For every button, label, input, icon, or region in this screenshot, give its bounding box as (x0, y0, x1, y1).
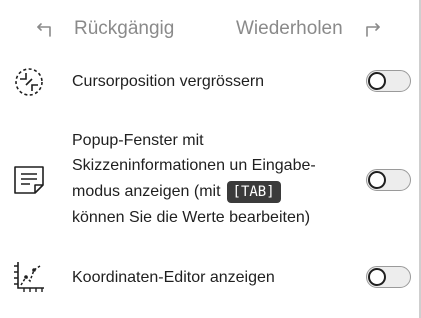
label-line-1: Popup-Fenster mit (72, 132, 204, 149)
redo-label: Wiederholen (236, 18, 343, 39)
toggle-knob (368, 72, 386, 90)
label-line-4: können Sie die Werte bearbeiten) (72, 209, 311, 226)
coordinate-editor-toggle[interactable] (366, 266, 411, 288)
setting-row-coordinate-editor: Koordinaten-Editor anzeigen (0, 258, 421, 298)
tab-key-badge: [TAB] (226, 181, 281, 203)
popup-info-toggle[interactable] (366, 169, 411, 191)
setting-label: Popup-Fenster mit Skizzeninformationen u… (72, 128, 342, 230)
redo-button[interactable]: Wiederholen (236, 14, 381, 44)
coordinate-editor-icon (12, 260, 46, 294)
cursor-magnify-icon (12, 65, 46, 99)
label-line-3-text: modus anzeigen (mit (72, 183, 221, 200)
undo-label: Rückgängig (74, 18, 175, 39)
label-line-3: modus anzeigen (mit [TAB] (72, 178, 342, 205)
undo-arrow-icon (36, 20, 56, 38)
settings-panel: Rückgängig Wiederholen Cursorposition ve… (0, 0, 421, 318)
toolbar: Rückgängig Wiederholen (0, 0, 421, 58)
setting-label: Cursorposition vergrössern (72, 73, 265, 90)
setting-row-popup-info: Popup-Fenster mit Skizzeninformationen u… (0, 126, 421, 230)
setting-row-cursor-magnify: Cursorposition vergrössern (0, 62, 421, 100)
toggle-knob (368, 171, 386, 189)
popup-info-icon (12, 163, 46, 197)
cursor-magnify-toggle[interactable] (366, 70, 411, 92)
setting-label: Koordinaten-Editor anzeigen (72, 269, 275, 286)
redo-arrow-icon (361, 20, 381, 38)
undo-button[interactable]: Rückgängig (36, 14, 174, 44)
toggle-knob (368, 268, 386, 286)
label-line-2: Skizzeninformationen un Eingabe- (72, 157, 316, 174)
